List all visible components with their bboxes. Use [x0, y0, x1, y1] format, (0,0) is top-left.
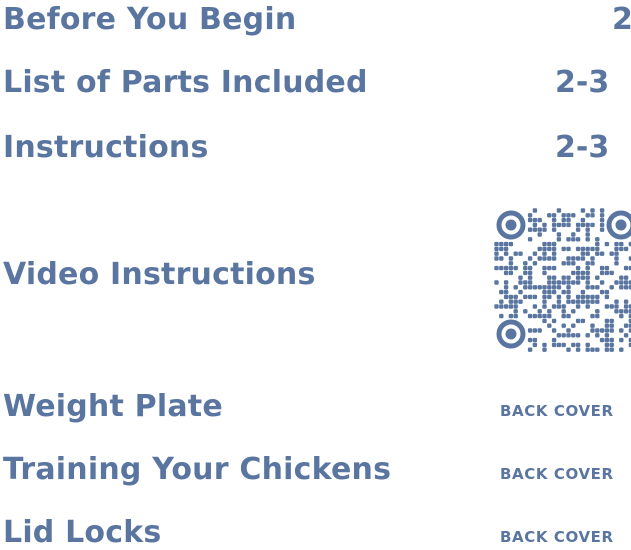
- toc-entry-weight-plate: Weight Plate BACK COVER: [0, 389, 631, 431]
- toc-entry-page: 2: [612, 2, 631, 37]
- toc-entry-training-chickens: Training Your Chickens BACK COVER: [0, 452, 631, 494]
- toc-entry-title: Video Instructions: [3, 257, 316, 292]
- toc-entry-title: Instructions: [3, 130, 209, 165]
- toc-entry-title: Training Your Chickens: [3, 452, 392, 487]
- toc-entry-title: Before You Begin: [3, 2, 297, 37]
- toc-entry-page: BACK COVER: [500, 465, 614, 483]
- toc-entry-title: Lid Locks: [3, 515, 162, 550]
- qr-code-icon[interactable]: [494, 208, 631, 352]
- toc-entry-lid-locks: Lid Locks BACK COVER: [0, 515, 631, 550]
- toc-entry-page: 2-3: [555, 65, 610, 100]
- toc-entry-list-of-parts: List of Parts Included 2-3: [0, 65, 631, 107]
- toc-entry-title: List of Parts Included: [3, 65, 368, 100]
- toc-entry-page: BACK COVER: [500, 528, 614, 546]
- toc-entry-instructions: Instructions 2-3: [0, 130, 631, 172]
- toc-entry-page: 2-3: [555, 130, 610, 165]
- toc-entry-title: Weight Plate: [3, 389, 223, 424]
- toc-entry-before-you-begin: Before You Begin 2: [0, 2, 631, 44]
- toc-entry-page: BACK COVER: [500, 402, 614, 420]
